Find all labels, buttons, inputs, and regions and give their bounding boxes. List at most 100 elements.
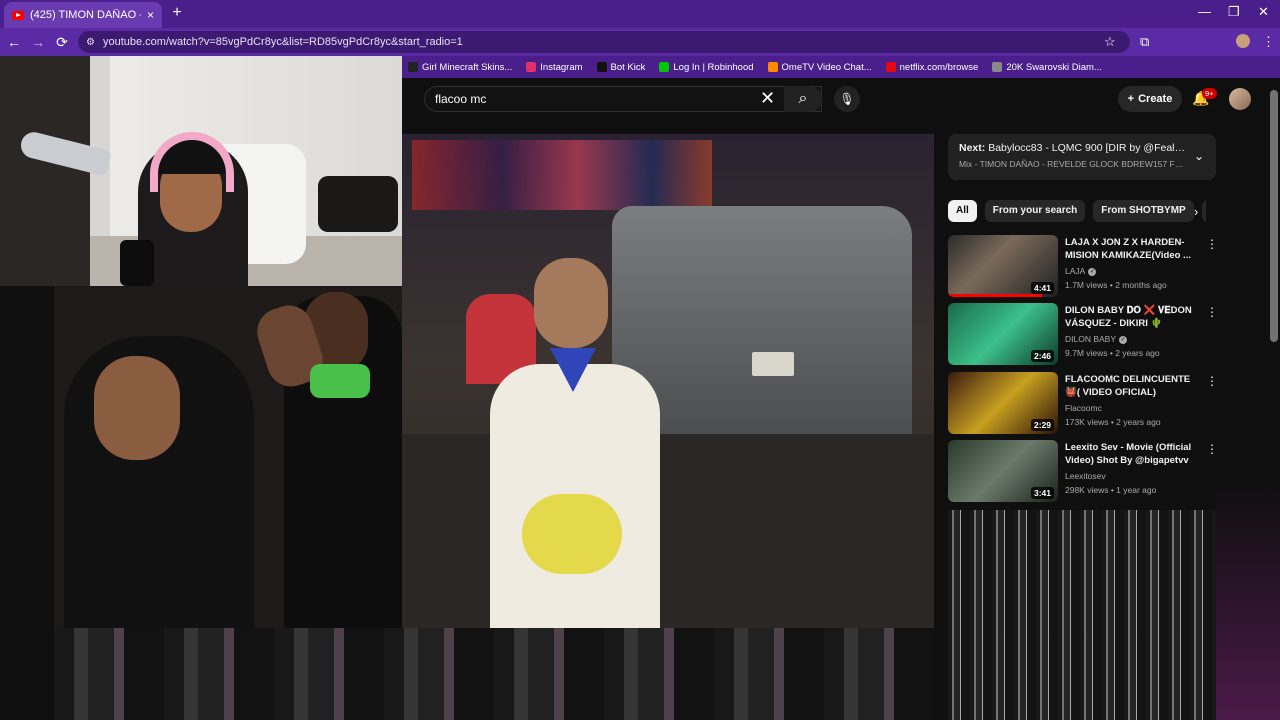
webcam-microphone	[120, 240, 154, 286]
video-frame-green-sleeve	[310, 364, 370, 398]
browser-menu-icon[interactable]: ⋮	[1262, 34, 1275, 50]
bookmark-label: OmeTV Video Chat...	[781, 61, 872, 73]
verified-check-icon: ✓	[1119, 335, 1128, 344]
video-player-left-portion[interactable]	[54, 286, 402, 628]
recommendation-item[interactable]: 4:41 LAJA X JON Z X HARDEN- MISION KAMIKA…	[948, 235, 1218, 297]
filter-chip[interactable]: From SHOTBYMP	[1093, 200, 1194, 222]
tab-title: (425) TIMON DAÑAO - REVE	[30, 9, 141, 21]
tab-strip: (425) TIMON DAÑAO - REVE × + — ❐ ✕	[0, 0, 1280, 28]
video-duration: 2:29	[1030, 419, 1054, 431]
browser-profile-avatar[interactable]	[1236, 34, 1250, 48]
bookmark-label: netflix.com/browse	[899, 61, 979, 73]
next-up-mix: Mix - TIMON DAÑAO - REVELDE GLOCK BDREW1…	[959, 159, 1186, 169]
chevron-down-icon[interactable]: ⌄	[1194, 149, 1204, 163]
url-field[interactable]: ⚙ youtube.com/watch?v=85vgPdCr8yc&list=R…	[78, 31, 1130, 53]
bookmarks-bar: Girl Minecraft Skins... Instagram Bot Kick…	[402, 56, 1280, 78]
microphone-icon: 🎙	[839, 92, 855, 106]
video-frame-face	[94, 356, 180, 460]
bookmark-item[interactable]: 20K Swarovski Diam...	[992, 62, 1102, 73]
bookmark-item[interactable]: netflix.com/browse	[885, 61, 979, 73]
page-edge-fade	[1216, 480, 1280, 720]
bookmark-label: Bot Kick	[610, 61, 646, 73]
bookmark-item[interactable]: Girl Minecraft Skins...	[408, 62, 512, 73]
next-up-prefix: Next:	[959, 142, 986, 154]
browser-tab[interactable]: (425) TIMON DAÑAO - REVE ×	[4, 2, 162, 28]
more-actions-icon[interactable]: ⋮	[1206, 374, 1218, 388]
next-up-title: Babylocc83 - LQMC 900 [DIR by @Feal.MTin…	[988, 142, 1186, 154]
reload-icon[interactable]: ⟳	[54, 34, 70, 51]
youtube-account-avatar[interactable]	[1229, 88, 1251, 110]
recommendation-meta: 1.7M views • 2 months ago	[1065, 280, 1167, 290]
filter-chip[interactable]: All	[948, 200, 977, 222]
extensions-icon[interactable]: ⧉	[1140, 34, 1149, 50]
recommendation-glitch-artifact	[948, 510, 1216, 720]
recommendation-meta: 9.7M views • 2 years ago	[1065, 348, 1160, 358]
recommendation-channel[interactable]: Leexitosev	[1065, 471, 1106, 481]
webcam-doorway	[0, 56, 90, 286]
filter-chip[interactable]: R	[1201, 200, 1206, 222]
video-duration: 2:46	[1030, 350, 1054, 362]
recommendation-channel[interactable]: DILON BABY ✓	[1065, 334, 1128, 344]
bookmark-item[interactable]: Bot Kick	[596, 61, 646, 73]
video-duration: 3:41	[1030, 487, 1054, 499]
more-actions-icon[interactable]: ⋮	[1206, 442, 1218, 456]
close-window-icon[interactable]: ✕	[1258, 4, 1269, 20]
create-label: Create	[1138, 93, 1173, 105]
bookmark-favicon-icon	[526, 62, 537, 72]
create-button[interactable]: + Create	[1118, 86, 1182, 112]
recommendation-channel[interactable]: LAJA ✓	[1065, 266, 1097, 276]
video-player[interactable]	[402, 134, 934, 628]
bookmark-star-icon[interactable]: ☆	[1104, 34, 1116, 50]
bookmark-item[interactable]: Instagram	[526, 62, 583, 73]
recommendation-title[interactable]: LAJA X JON Z X HARDEN- MISION KAMIKAZE(V…	[1065, 236, 1195, 262]
bookmark-favicon-icon	[659, 62, 670, 72]
recommendation-meta: 298K views • 1 year ago	[1065, 485, 1157, 495]
search-button[interactable]: ⌕	[784, 86, 822, 112]
verified-check-icon: ✓	[1088, 267, 1097, 276]
recommendation-title[interactable]: DILON BABY 𝐃𝐎 ❌ 𝐕𝐄DON VÁSQUEZ - DIKIRI 🌵	[1065, 304, 1195, 330]
recommendation-channel[interactable]: Flacoomc	[1065, 403, 1102, 413]
recommendation-item[interactable]: 2:46 DILON BABY 𝐃𝐎 ❌ 𝐕𝐄DON VÁSQUEZ - DIKI…	[948, 303, 1218, 365]
video-frame-sidewalk	[402, 434, 934, 628]
chevron-right-icon[interactable]: ›	[1194, 204, 1198, 219]
bookmark-favicon-icon	[767, 62, 778, 72]
clear-search-icon[interactable]: ✕	[760, 88, 775, 109]
recommendation-thumbnail[interactable]: 2:29	[948, 372, 1058, 434]
watch-progress-bar	[948, 294, 1042, 297]
recommendation-item[interactable]: 2:29 FLACOOMC DELINCUENTE 👹( VIDEO OFICIA…	[948, 372, 1218, 434]
recommendation-thumbnail[interactable]: 2:46	[948, 303, 1058, 365]
youtube-favicon-icon	[12, 10, 24, 20]
screen: (425) TIMON DAÑAO - REVE × + — ❐ ✕ ← → ⟳…	[0, 0, 1280, 720]
voice-search-button[interactable]: 🎙	[834, 86, 860, 112]
page-left-margin	[0, 286, 54, 720]
bookmark-item[interactable]: Log In | Robinhood	[659, 62, 754, 73]
plus-icon: +	[1127, 93, 1135, 105]
next-up-title-line: Next: Babylocc83 - LQMC 900 [DIR by @Fea…	[959, 142, 1186, 154]
back-icon[interactable]: ←	[6, 34, 22, 50]
recommendation-item[interactable]: 3:41 Leexito Sev - Movie (Official Video)…	[948, 440, 1218, 502]
forward-icon[interactable]: →	[30, 34, 46, 50]
address-bar-row: ← → ⟳ ⚙ youtube.com/watch?v=85vgPdCr8yc&…	[0, 28, 1280, 56]
search-icon: ⌕	[798, 90, 808, 107]
channel-name: DILON BABY	[1065, 334, 1117, 344]
page-scrollbar[interactable]	[1270, 90, 1278, 342]
recommendation-title[interactable]: Leexito Sev - Movie (Official Video) Sho…	[1065, 441, 1195, 467]
bookmark-item[interactable]: OmeTV Video Chat...	[767, 61, 872, 73]
new-tab-button[interactable]: +	[168, 4, 186, 22]
recommendation-thumbnail[interactable]: 4:41	[948, 235, 1058, 297]
next-up-card[interactable]: Next: Babylocc83 - LQMC 900 [DIR by @Fea…	[948, 134, 1216, 180]
recommendation-thumbnail[interactable]: 3:41	[948, 440, 1058, 502]
more-actions-icon[interactable]: ⋮	[1206, 237, 1218, 251]
tab-close-icon[interactable]: ×	[147, 8, 154, 22]
video-frame-storefront-lights	[412, 140, 712, 210]
video-frame-face	[534, 258, 608, 348]
site-info-icon[interactable]: ⚙	[86, 37, 95, 48]
more-actions-icon[interactable]: ⋮	[1206, 305, 1218, 319]
video-glitch-artifact	[54, 628, 934, 720]
minimize-icon[interactable]: —	[1198, 4, 1211, 19]
filter-chips: All From your search From SHOTBYMP R	[948, 200, 1206, 222]
webcam-bag	[318, 176, 398, 232]
recommendation-title[interactable]: FLACOOMC DELINCUENTE 👹( VIDEO OFICIAL)	[1065, 373, 1195, 399]
filter-chip[interactable]: From your search	[984, 200, 1086, 222]
maximize-icon[interactable]: ❐	[1228, 4, 1240, 20]
